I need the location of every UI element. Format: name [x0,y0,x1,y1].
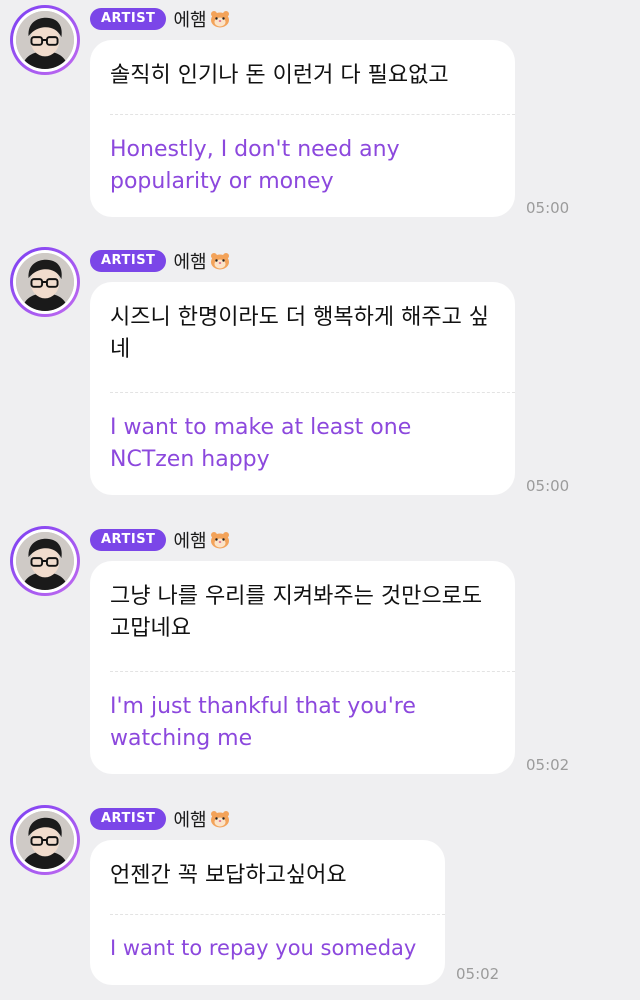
translation-text: I want to repay you someday [110,936,417,960]
timestamp: 05:00 [526,199,570,217]
profile-photo-icon [16,11,74,69]
message-bubble: 솔직히 인기나 돈 이런거 다 필요없고 Honestly, I don't n… [90,40,515,217]
profile-photo-icon [16,532,74,590]
original-text: 그냥 나를 우리를 지켜봐주는 것만으로도 고맙네요 [110,584,483,641]
author-row: ARTIST 에햄 [90,807,230,831]
divider [110,914,445,915]
artist-name[interactable]: 에햄 [173,6,206,32]
avatar[interactable] [10,247,80,317]
original-text: 언젠간 꼭 보답하고싶어요 [110,863,347,888]
translation-text: I'm just thankful that you're watching m… [110,694,416,751]
artist-name[interactable]: 에햄 [173,527,206,553]
profile-photo-icon [16,811,74,869]
profile-photo [16,811,74,869]
message-1: ARTIST 에햄 솔직히 인기나 돈 이런거 다 필요없고 Honestly,… [0,0,640,240]
artist-badge: ARTIST [90,8,167,30]
profile-photo [16,11,74,69]
artist-name[interactable]: 에햄 [173,806,206,832]
translation-text: Honestly, I don't need any popularity or… [110,137,400,194]
translation-text: I want to make at least one NCTzen happy [110,415,412,472]
profile-photo [16,253,74,311]
message-4: ARTIST 에햄 언젠간 꼭 보답하고싶어요 I want to repay … [0,800,640,1000]
artist-badge: ARTIST [90,529,167,551]
divider [110,114,515,115]
artist-badge: ARTIST [90,808,167,830]
divider [110,392,515,393]
message-2: ARTIST 에햄 시즈니 한명이라도 더 행복하게 해주고 싶네 I want… [0,242,640,502]
hamster-icon [210,11,229,28]
avatar[interactable] [10,5,80,75]
original-text: 시즈니 한명이라도 더 행복하게 해주고 싶네 [110,305,490,362]
artist-name[interactable]: 에햄 [173,248,206,274]
message-bubble: 언젠간 꼭 보답하고싶어요 I want to repay you someda… [90,840,445,985]
timestamp: 05:00 [526,477,570,495]
author-row: ARTIST 에햄 [90,249,230,273]
hamster-icon [210,253,229,270]
hamster-icon [210,532,229,549]
timestamp: 05:02 [526,756,570,774]
divider [110,671,515,672]
message-bubble: 시즈니 한명이라도 더 행복하게 해주고 싶네 I want to make a… [90,282,515,495]
profile-photo [16,532,74,590]
message-3: ARTIST 에햄 그냥 나를 우리를 지켜봐주는 것만으로도 고맙네요 I'm… [0,521,640,781]
original-text: 솔직히 인기나 돈 이런거 다 필요없고 [110,63,449,88]
artist-badge: ARTIST [90,250,167,272]
message-bubble: 그냥 나를 우리를 지켜봐주는 것만으로도 고맙네요 I'm just than… [90,561,515,774]
author-row: ARTIST 에햄 [90,7,230,31]
timestamp: 05:02 [456,965,500,983]
profile-photo-icon [16,253,74,311]
avatar[interactable] [10,805,80,875]
hamster-icon [210,811,229,828]
avatar[interactable] [10,526,80,596]
author-row: ARTIST 에햄 [90,528,230,552]
